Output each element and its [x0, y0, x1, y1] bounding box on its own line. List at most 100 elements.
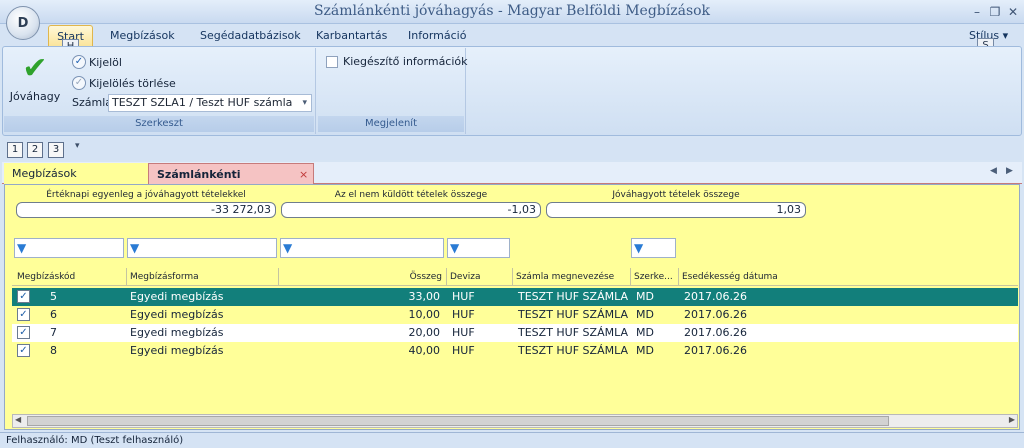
group-view-title: Megjelenít [318, 116, 464, 132]
summary-label-unsent: Az el nem küldött tételek összege [334, 190, 488, 200]
cell-due: 2017.06.26 [684, 344, 747, 357]
summary-label-approved: Jóváhagyott tételek összege [612, 190, 740, 200]
col-header-code[interactable]: Megbízáskód [14, 268, 126, 286]
summary-value-approved: 1,03 [546, 202, 806, 218]
col-header-currency[interactable]: Deviza [446, 268, 512, 286]
table-row[interactable]: ✓ 7 Egyedi megbízás 20,00 HUF TESZT HUF … [12, 324, 1018, 342]
filter-icon: ▼ [450, 241, 460, 255]
check-icon: ✔ [22, 51, 48, 86]
scroll-left-icon[interactable]: ◀ [15, 415, 21, 424]
filter-editor[interactable]: ▼ [631, 238, 676, 258]
cell-code: 6 [50, 308, 57, 321]
scrollbar-thumb[interactable] [27, 416, 889, 426]
group-edit-title: Szerkeszt [4, 116, 314, 132]
account-label: Számla [72, 96, 113, 109]
cell-amount: 20,00 [408, 326, 441, 339]
clear-check-icon: ✓ [72, 76, 86, 90]
scroll-right-icon[interactable]: ▶ [1009, 415, 1015, 424]
cell-due: 2017.06.26 [684, 326, 747, 339]
close-window-button[interactable]: ✕ [1004, 4, 1022, 20]
tab-scroll-left-icon[interactable]: ◀ [990, 166, 997, 176]
cell-currency: HUF [452, 290, 475, 303]
col-header-account[interactable]: Számla megnevezése [512, 268, 630, 286]
cell-editor: MD [636, 344, 654, 357]
account-combobox[interactable]: TESZT SZLA1 / Teszt HUF számla ▾ [108, 94, 312, 112]
summary-value-balance: -33 272,03 [16, 202, 276, 218]
cell-amount: 40,00 [408, 344, 441, 357]
filter-icon: ▼ [283, 241, 293, 255]
cell-editor: MD [636, 326, 654, 339]
doc-tab-approval[interactable]: Számlánkénti jóváhagyás × [148, 163, 314, 202]
status-bar: Felhasználó: MD (Teszt felhasználó) [0, 432, 1024, 448]
extra-info-checkbox[interactable]: Kiegészítő információk [326, 55, 468, 68]
filter-icon: ▼ [130, 241, 140, 255]
tab-karbantartas[interactable]: Karbantartás [316, 25, 387, 46]
filter-currency[interactable]: ▼ [447, 238, 510, 258]
cell-currency: HUF [452, 344, 475, 357]
extra-info-label: Kiegészítő információk [343, 55, 468, 68]
summary-label-balance: Értéknapi egyenleg a jóváhagyott tételek… [46, 190, 246, 200]
row-checkbox[interactable]: ✓ [17, 290, 30, 303]
table-row[interactable]: ✓ 8 Egyedi megbízás 40,00 HUF TESZT HUF … [12, 342, 1018, 360]
clear-selection-label: Kijelölés törlése [89, 76, 176, 90]
doc-tab-edit[interactable]: Megbízások szerkesztése [4, 163, 148, 201]
cell-amount: 33,00 [408, 290, 441, 303]
row-checkbox[interactable]: ✓ [17, 326, 30, 339]
col-header-form[interactable]: Megbízásforma [126, 268, 278, 286]
filter-icon: ▼ [634, 241, 644, 255]
filter-form[interactable]: ▼ [127, 238, 277, 258]
approve-button[interactable]: ✔ Jóváhagy [8, 54, 62, 112]
cell-form: Egyedi megbízás [130, 344, 224, 357]
cell-account: TESZT HUF SZÁMLA [518, 344, 628, 357]
filter-code[interactable]: ▼ [14, 238, 124, 258]
row-checkbox[interactable]: ✓ [17, 308, 30, 321]
account-value: TESZT SZLA1 / Teszt HUF számla [112, 96, 293, 109]
cell-form: Egyedi megbízás [130, 290, 224, 303]
chevron-down-icon: ▾ [302, 98, 307, 108]
layout-2-icon[interactable]: 2 [27, 142, 43, 158]
cell-due: 2017.06.26 [684, 308, 747, 321]
layout-3-icon[interactable]: 3 [48, 142, 64, 158]
cell-form: Egyedi megbízás [130, 308, 224, 321]
quick-access-toolbar [2, 138, 1022, 160]
cell-account: TESZT HUF SZÁMLA [518, 308, 628, 321]
cell-currency: HUF [452, 308, 475, 321]
col-header-editor[interactable]: Szerke... [630, 268, 678, 286]
tab-segedadatbazisok[interactable]: Segédadatbázisok [200, 25, 301, 46]
cell-code: 5 [50, 290, 57, 303]
row-checkbox[interactable]: ✓ [17, 344, 30, 357]
cell-code: 8 [50, 344, 57, 357]
tab-informacio[interactable]: Információ [408, 25, 466, 46]
cell-form: Egyedi megbízás [130, 326, 224, 339]
filter-icon: ▼ [17, 241, 27, 255]
select-button[interactable]: ✓ Kijelöl [72, 54, 122, 70]
layout-1-icon[interactable]: 1 [7, 142, 23, 158]
horizontal-scrollbar[interactable]: ◀ ▶ [12, 414, 1018, 428]
col-header-due[interactable]: Esedékesség dátuma [678, 268, 818, 286]
chevron-down-icon: ▾ [1002, 29, 1009, 42]
customize-toolbar-icon[interactable]: ▾ [75, 141, 80, 151]
select-label: Kijelöl [89, 55, 122, 69]
clear-selection-button[interactable]: ✓ Kijelölés törlése [72, 75, 176, 91]
table-row[interactable]: ✓ 5 Egyedi megbízás 33,00 HUF TESZT HUF … [12, 288, 1018, 306]
filter-amount[interactable]: ▼ [280, 238, 444, 258]
minimize-button[interactable]: – [968, 4, 986, 20]
cell-account: TESZT HUF SZÁMLA [518, 290, 628, 303]
cell-currency: HUF [452, 326, 475, 339]
restore-button[interactable]: ❐ [986, 4, 1004, 20]
tab-scroll-right-icon[interactable]: ▶ [1006, 166, 1013, 176]
table-row[interactable]: ✓ 6 Egyedi megbízás 10,00 HUF TESZT HUF … [12, 306, 1018, 324]
extra-info-box [326, 55, 338, 68]
tab-megbizasok[interactable]: Megbízások [110, 25, 175, 46]
approve-label: Jóváhagy [9, 90, 61, 103]
cell-editor: MD [636, 290, 654, 303]
application-menu-button[interactable]: D [6, 6, 40, 40]
summary-value-unsent: -1,03 [281, 202, 541, 218]
cell-account: TESZT HUF SZÁMLA [518, 326, 628, 339]
close-tab-icon[interactable]: × [299, 164, 308, 185]
cell-amount: 10,00 [408, 308, 441, 321]
window-title: Számlánkénti jóváhagyás - Magyar Belföld… [313, 3, 711, 19]
col-header-amount[interactable]: Összeg [278, 268, 446, 286]
cell-editor: MD [636, 308, 654, 321]
cell-due: 2017.06.26 [684, 290, 747, 303]
